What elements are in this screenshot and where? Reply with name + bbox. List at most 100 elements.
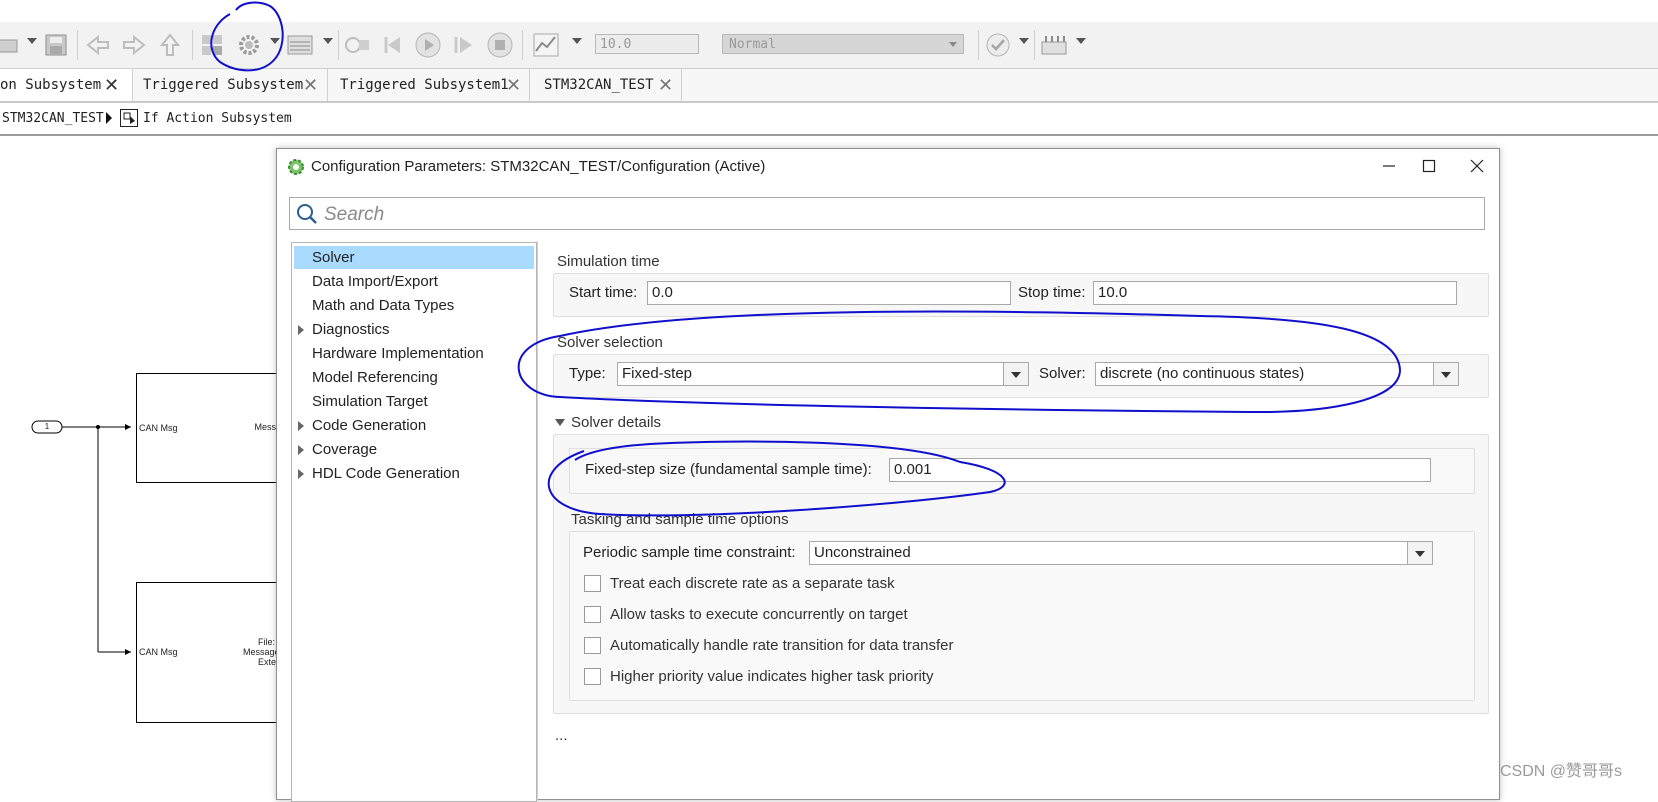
open-dropdown-icon[interactable]: [27, 38, 37, 44]
menu-strip: [0, 0, 1658, 22]
expand-triangle-icon[interactable]: [298, 325, 304, 335]
nav-item-solver[interactable]: Solver: [294, 246, 534, 269]
tasking-options-header: Tasking and sample time options: [571, 511, 789, 528]
periodic-constraint-select[interactable]: Unconstrained: [809, 541, 1433, 565]
up-arrow-icon[interactable]: [156, 31, 184, 59]
inport-label: 1: [44, 422, 50, 431]
chevron-down-icon[interactable]: [1003, 363, 1028, 385]
nav-item-coverage[interactable]: Coverage: [292, 438, 536, 461]
tab-label: Triggered Subsystem1: [340, 77, 509, 93]
back-arrow-icon[interactable]: [84, 31, 112, 59]
build-dropdown-icon[interactable]: [1076, 38, 1086, 44]
category-tree: Solver Data Import/Export Math and Data …: [291, 242, 537, 802]
solver-label: Solver:: [1039, 365, 1086, 382]
step-back-config-icon[interactable]: [343, 31, 371, 59]
nav-item-hdl-code-generation[interactable]: HDL Code Generation: [292, 462, 536, 485]
library-browser-icon[interactable]: [198, 31, 226, 59]
model-advisor-check-icon[interactable]: [984, 31, 1012, 59]
expand-triangle-icon[interactable]: [298, 445, 304, 455]
step-back-icon[interactable]: [380, 31, 408, 59]
tab-label: Triggered Subsystem: [143, 77, 304, 93]
task-priority-label: Higher priority value indicates higher t…: [610, 668, 934, 685]
nav-item-label: Solver: [312, 249, 355, 266]
scope-data-inspector-icon[interactable]: [532, 31, 560, 59]
solver-details-header[interactable]: Solver details: [571, 414, 661, 431]
collapse-triangle-icon[interactable]: [555, 419, 565, 426]
breadcrumb: STM32CAN_TEST If Action Subsystem: [0, 104, 1658, 136]
tab-if-action-subsystem[interactable]: on Subsystem ✕: [0, 69, 133, 101]
search-input[interactable]: Search: [289, 197, 1485, 230]
chevron-down-icon[interactable]: [1433, 363, 1458, 385]
start-time-input[interactable]: 0.0: [647, 281, 1011, 305]
forward-arrow-icon[interactable]: [120, 31, 148, 59]
expand-triangle-icon[interactable]: [298, 469, 304, 479]
open-folder-icon[interactable]: [0, 31, 24, 59]
tab-triggered-subsystem[interactable]: Triggered Subsystem ✕: [133, 69, 328, 101]
step-forward-icon[interactable]: [450, 31, 478, 59]
close-icon[interactable]: ✕: [303, 69, 318, 101]
stop-time-input[interactable]: 10.0: [1093, 281, 1457, 305]
separate-task-checkbox[interactable]: [584, 575, 601, 592]
solver-type-label: Type:: [569, 365, 606, 382]
minimize-button[interactable]: [1367, 149, 1411, 183]
run-icon[interactable]: [414, 31, 442, 59]
nav-item-model-referencing[interactable]: Model Referencing: [292, 366, 536, 389]
model-configuration-gear-icon[interactable]: [235, 31, 263, 59]
watermark: CSDN @赞哥哥s: [1500, 763, 1623, 780]
configuration-parameters-dialog: Configuration Parameters: STM32CAN_TEST/…: [276, 148, 1500, 802]
model-tab-bar: on Subsystem ✕ Triggered Subsystem ✕ Tri…: [0, 69, 1658, 103]
scope-dropdown-icon[interactable]: [572, 38, 582, 44]
solver-type-value: Fixed-step: [622, 365, 693, 382]
simulation-mode-select[interactable]: Normal: [722, 34, 964, 54]
breadcrumb-root[interactable]: STM32CAN_TEST: [2, 111, 104, 126]
tab-stm32can-test[interactable]: STM32CAN_TEST ✕: [530, 69, 682, 101]
close-icon[interactable]: ✕: [104, 69, 119, 101]
nav-item-hardware-implementation[interactable]: Hardware Implementation: [292, 342, 536, 365]
subsystem-icon: [120, 109, 138, 130]
maximize-button[interactable]: [1407, 149, 1451, 183]
rate-transition-label: Automatically handle rate transition for…: [610, 637, 954, 654]
expand-triangle-icon[interactable]: [298, 421, 304, 431]
close-icon: [1470, 159, 1484, 173]
periodic-constraint-value: Unconstrained: [814, 544, 911, 561]
nav-item-diagnostics[interactable]: Diagnostics: [292, 318, 536, 341]
can-receive-block-1[interactable]: CAN Msg Fil Message Sta: [136, 373, 298, 483]
close-button[interactable]: [1455, 149, 1499, 183]
tab-triggered-subsystem1[interactable]: Triggered Subsystem1 ✕: [328, 69, 530, 101]
fixed-step-size-label: Fixed-step size (fundamental sample time…: [585, 461, 872, 478]
nav-item-label: Data Import/Export: [312, 273, 438, 290]
solver-select[interactable]: discrete (no continuous states): [1095, 362, 1459, 386]
solver-type-select[interactable]: Fixed-step: [617, 362, 1029, 386]
fixed-step-size-input[interactable]: 0.001: [889, 458, 1431, 482]
breadcrumb-current[interactable]: If Action Subsystem: [143, 111, 292, 126]
model-explorer-icon[interactable]: [286, 31, 314, 59]
task-priority-checkbox[interactable]: [584, 668, 601, 685]
breadcrumb-arrow-icon: [104, 110, 114, 129]
stop-icon[interactable]: [486, 31, 514, 59]
dialog-title-bar[interactable]: Configuration Parameters: STM32CAN_TEST/…: [277, 149, 1499, 183]
nav-item-data-import-export[interactable]: Data Import/Export: [292, 270, 536, 293]
close-icon[interactable]: ✕: [658, 69, 673, 101]
nav-item-label: Code Generation: [312, 417, 427, 434]
stop-time-input[interactable]: 10.0: [595, 34, 699, 54]
nav-item-code-generation[interactable]: Code Generation: [292, 414, 536, 437]
explorer-dropdown-icon[interactable]: [323, 38, 333, 44]
start-time-label: Start time:: [569, 284, 638, 301]
build-model-icon[interactable]: [1040, 31, 1068, 59]
solver-selection-header: Solver selection: [557, 334, 663, 351]
maximize-icon: [1422, 159, 1436, 173]
block-port-label: CAN Msg: [139, 647, 178, 657]
concurrent-tasks-checkbox[interactable]: [584, 606, 601, 623]
gear-dropdown-icon[interactable]: [270, 38, 280, 44]
close-icon[interactable]: ✕: [506, 69, 521, 101]
advisor-dropdown-icon[interactable]: [1019, 38, 1029, 44]
more-options-ellipsis[interactable]: ...: [555, 727, 568, 744]
rate-transition-checkbox[interactable]: [584, 637, 601, 654]
save-icon[interactable]: [42, 31, 70, 59]
nav-item-label: Simulation Target: [312, 393, 428, 410]
nav-item-math-and-data-types[interactable]: Math and Data Types: [292, 294, 536, 317]
chevron-down-icon[interactable]: [1407, 542, 1432, 564]
can-receive-block-2[interactable]: CAN Msg File: EM Message: H Extende: [136, 582, 298, 723]
solver-value: discrete (no continuous states): [1100, 365, 1305, 382]
nav-item-simulation-target[interactable]: Simulation Target: [292, 390, 536, 413]
